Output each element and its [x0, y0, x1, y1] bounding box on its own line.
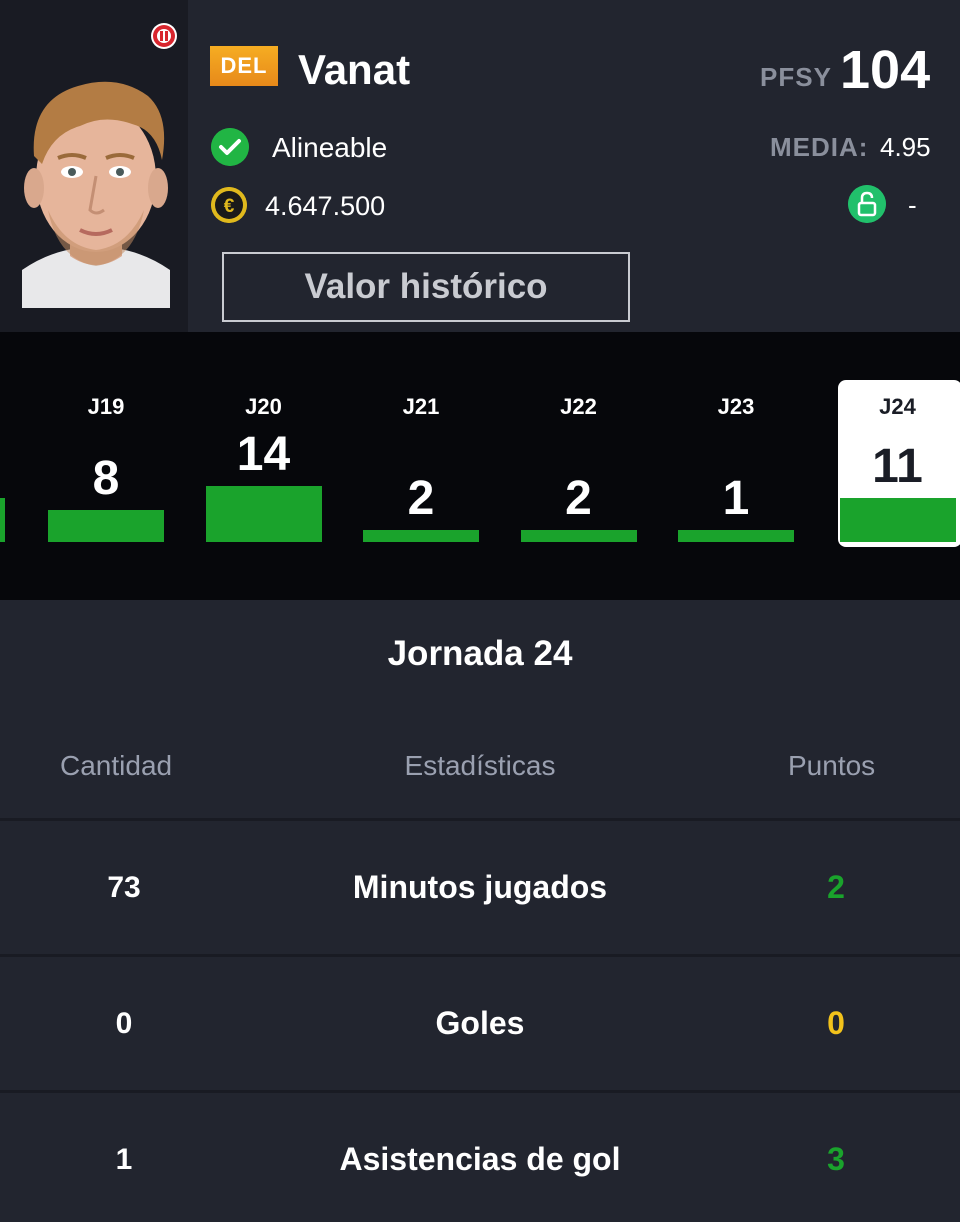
round-points-bar — [678, 530, 794, 542]
check-icon — [211, 128, 249, 166]
stat-row: 0 Goles 0 — [0, 954, 960, 1086]
pfsy-value: 104 — [840, 40, 930, 100]
round-j24[interactable]: J24 11 — [840, 332, 956, 600]
stat-quantity: 73 — [64, 871, 184, 905]
position-badge: DEL — [210, 46, 278, 86]
round-points-bar — [206, 486, 322, 542]
round-label: J24 — [840, 394, 956, 420]
pfsy-label: PFSY — [760, 62, 832, 93]
header-points: Puntos — [788, 750, 875, 782]
round-label: J20 — [206, 394, 322, 420]
stat-quantity: 1 — [64, 1143, 184, 1177]
round-label: J22 — [521, 394, 637, 420]
round-points-bar — [363, 530, 479, 542]
round-j23[interactable]: J23 1 — [678, 332, 794, 600]
previous-round-bar — [0, 498, 5, 542]
round-points: 2 — [363, 474, 479, 524]
media-value: 4.95 — [880, 132, 931, 163]
clause-value: - — [908, 190, 917, 221]
stat-name: Asistencias de gol — [230, 1141, 730, 1178]
stat-name: Minutos jugados — [230, 869, 730, 906]
round-label: J19 — [48, 394, 164, 420]
round-j19[interactable]: J19 8 — [48, 332, 164, 600]
round-points-bar — [840, 498, 956, 542]
round-title: Jornada 24 — [0, 634, 960, 674]
player-name: Vanat — [298, 44, 410, 96]
market-value: 4.647.500 — [265, 191, 385, 222]
player-photo-panel — [0, 0, 188, 332]
round-points: 8 — [48, 454, 164, 504]
availability-status: Alineable — [272, 132, 387, 164]
media-label: MEDIA: — [770, 132, 868, 163]
club-crest-icon — [150, 22, 178, 50]
round-points: 14 — [206, 430, 322, 480]
svg-text:€: € — [224, 196, 235, 217]
stat-row: 1 Asistencias de gol 3 — [0, 1090, 960, 1222]
history-value-button[interactable]: Valor histórico — [222, 252, 630, 322]
player-photo — [8, 60, 184, 308]
round-j21[interactable]: J21 2 — [363, 332, 479, 600]
round-points: 2 — [521, 474, 637, 524]
stat-points: 0 — [776, 1005, 896, 1042]
round-points-bar — [521, 530, 637, 542]
round-points-bar — [48, 510, 164, 542]
euro-coin-icon: € — [211, 187, 247, 223]
round-j22[interactable]: J22 2 — [521, 332, 637, 600]
stat-row: 73 Minutos jugados 2 — [0, 818, 960, 950]
round-points: 1 — [678, 474, 794, 524]
stat-points: 3 — [776, 1141, 896, 1178]
player-header: DEL Vanat PFSY 104 Alineable MEDIA: 4.95… — [0, 0, 960, 332]
stat-quantity: 0 — [64, 1007, 184, 1041]
round-label: J23 — [678, 394, 794, 420]
stat-name: Goles — [230, 1005, 730, 1042]
unlock-icon[interactable] — [848, 185, 886, 223]
rounds-strip[interactable]: J198J2014J212J222J231J2411 — [0, 332, 960, 600]
round-points: 11 — [840, 442, 956, 492]
stat-points: 2 — [776, 869, 896, 906]
round-label: J21 — [363, 394, 479, 420]
round-j20[interactable]: J2014 — [206, 332, 322, 600]
